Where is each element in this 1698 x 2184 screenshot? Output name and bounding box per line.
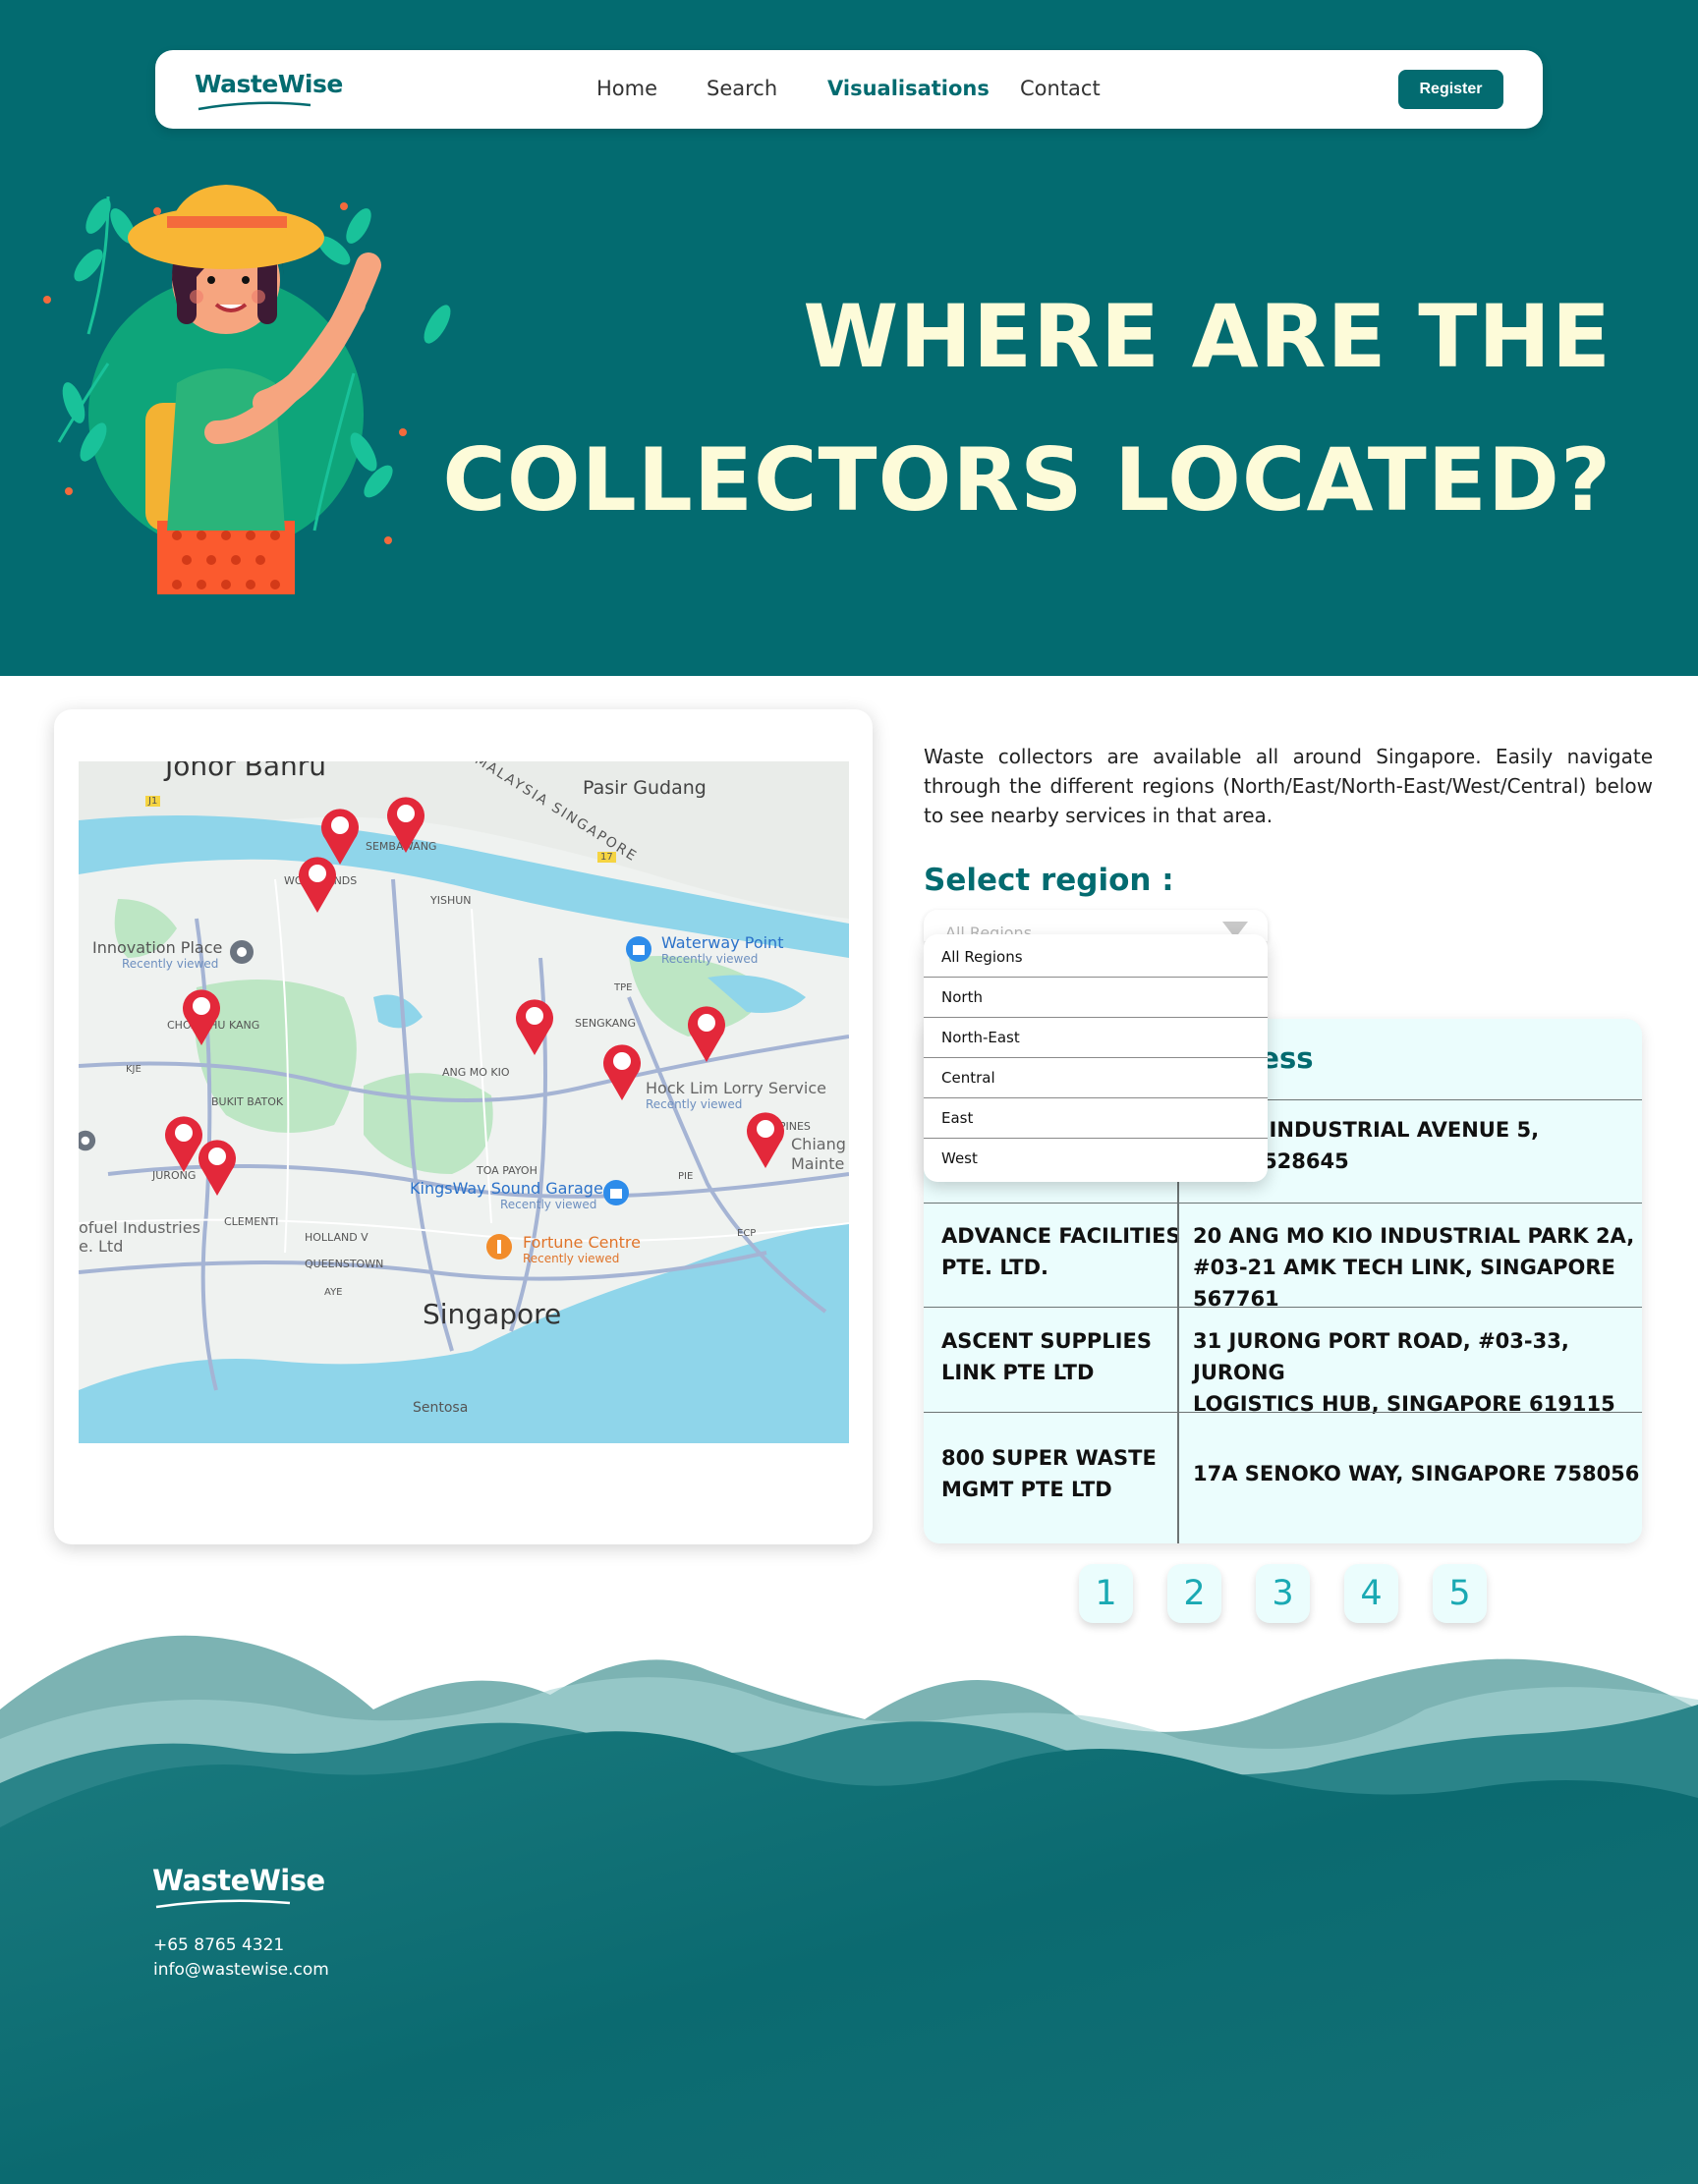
fuel-industries-name: ofuel Industries xyxy=(79,1218,200,1237)
table-row[interactable]: ADVANCE FACILITIES PTE. LTD. 20 ANG MO K… xyxy=(924,1203,1642,1311)
table-row[interactable]: 800 SUPER WASTE MGMT PTE LTD 17A SENOKO … xyxy=(924,1412,1642,1543)
row4-name: 800 SUPER WASTE MGMT PTE LTD xyxy=(941,1442,1157,1505)
navbar: WasteWise Home Search Visualisations Con… xyxy=(155,50,1543,129)
table-row[interactable]: ASCENT SUPPLIES LINK PTE LTD 31 JURONG P… xyxy=(924,1307,1642,1416)
region-options-list: All Regions North North-East Central Eas… xyxy=(924,934,1268,1182)
region-option-central[interactable]: Central xyxy=(924,1057,1268,1097)
nav-links: Home Search Visualisations Contact xyxy=(155,50,1543,129)
row2-name-line2: PTE. LTD. xyxy=(941,1256,1048,1279)
map-label-mainte: Mainte xyxy=(791,1154,845,1173)
map-label-sengkang: SENGKANG xyxy=(575,1017,636,1030)
collector-pin-icon[interactable] xyxy=(179,984,224,1047)
collector-pin-icon[interactable] xyxy=(743,1107,788,1170)
footer-logo-swoosh-icon xyxy=(155,1899,291,1909)
map-label-holland: HOLLAND V xyxy=(305,1231,368,1244)
map-label-yishun: YISHUN xyxy=(430,894,472,907)
map-label-kingsway: KingsWay Sound Garage Recently viewed xyxy=(410,1179,603,1211)
footer-phone[interactable]: +65 8765 4321 xyxy=(153,1933,329,1958)
fortune-centre-recent: Recently viewed xyxy=(523,1252,620,1265)
kingsway-name: KingsWay Sound Garage xyxy=(410,1179,603,1198)
row3-address: 31 JURONG PORT ROAD, #03-33, JURONG LOGI… xyxy=(1193,1325,1642,1420)
row3-name-line2: LINK PTE LTD xyxy=(941,1361,1095,1384)
shopping-marker-icon[interactable] xyxy=(602,1179,630,1206)
map-label-tpe: TPE xyxy=(614,982,633,993)
map-road-j1: J1 xyxy=(145,796,161,807)
footer-logo[interactable]: WasteWise xyxy=(152,1864,325,1909)
nav-link-contact[interactable]: Contact xyxy=(1020,77,1101,100)
select-region-label: Select region : xyxy=(924,863,1174,898)
map-label-ecp: ECP xyxy=(737,1228,757,1239)
map-label-clementi: CLEMENTI xyxy=(224,1215,279,1228)
place-marker-icon[interactable] xyxy=(79,1127,102,1154)
footer-contact: +65 8765 4321 info@wastewise.com xyxy=(153,1933,329,1983)
row2-name: ADVANCE FACILITIES PTE. LTD. xyxy=(941,1220,1181,1283)
row4-name-line1: 800 SUPER WASTE xyxy=(941,1446,1157,1470)
hero-title: WHERE ARE THE COLLECTORS LOCATED? xyxy=(442,265,1612,552)
map-label-aye: AYE xyxy=(324,1287,343,1298)
nav-link-visualisations[interactable]: Visualisations xyxy=(827,77,990,100)
map-label-fortune-centre: Fortune Centre Recently viewed xyxy=(523,1233,641,1265)
register-button[interactable]: Register xyxy=(1398,70,1503,109)
row4-name-line2: MGMT PTE LTD xyxy=(941,1478,1112,1501)
place-marker-icon[interactable] xyxy=(228,938,255,966)
waterway-point-name: Waterway Point xyxy=(661,933,784,952)
region-option-east[interactable]: East xyxy=(924,1097,1268,1138)
map-label-fuel-industries: ofuel Industries e. Ltd xyxy=(79,1218,200,1256)
hock-lim-name: Hock Lim Lorry Service xyxy=(646,1079,826,1097)
row2-address: 20 ANG MO KIO INDUSTRIAL PARK 2A, #03-21… xyxy=(1193,1220,1642,1315)
row4-address: 17A SENOKO WAY, SINGAPORE 758056 xyxy=(1193,1462,1640,1485)
footer-email[interactable]: info@wastewise.com xyxy=(153,1958,329,1983)
row2-address-line1: 20 ANG MO KIO INDUSTRIAL PARK 2A, xyxy=(1193,1224,1635,1248)
collector-pin-icon[interactable] xyxy=(295,852,340,915)
food-marker-icon[interactable] xyxy=(485,1233,513,1260)
shopping-marker-icon[interactable] xyxy=(625,935,652,963)
hero-title-line1: WHERE ARE THE xyxy=(803,286,1612,387)
map-card: Johor Bahru Pasir Gudang MALAYSIA SINGAP… xyxy=(54,709,873,1544)
map-label-kje: KJE xyxy=(126,1064,142,1075)
map-label-innovation-place: Innovation Place Recently viewed xyxy=(92,938,222,971)
region-option-all[interactable]: All Regions xyxy=(924,936,1268,977)
region-option-north[interactable]: North xyxy=(924,977,1268,1017)
innovation-place-recent: Recently viewed xyxy=(122,957,219,971)
map-label-pasir-gudang: Pasir Gudang xyxy=(583,777,707,799)
row2-name-line1: ADVANCE FACILITIES xyxy=(941,1224,1181,1248)
collector-pin-icon[interactable] xyxy=(512,994,557,1057)
map-label-queenstown: QUEENSTOWN xyxy=(305,1258,384,1270)
collector-pin-icon[interactable] xyxy=(599,1039,645,1102)
map-label-ang-mo-kio: ANG MO KIO xyxy=(442,1066,510,1079)
map-label-waterway-point: Waterway Point Recently viewed xyxy=(661,933,783,966)
innovation-place-name: Innovation Place xyxy=(92,938,223,957)
hero-section: WasteWise Home Search Visualisations Con… xyxy=(0,0,1698,676)
map-label-singapore: Singapore xyxy=(423,1298,562,1330)
row3-name: ASCENT SUPPLIES LINK PTE LTD xyxy=(941,1325,1152,1388)
map-label-johor-bahru: Johor Bahru xyxy=(165,761,327,782)
hock-lim-recent: Recently viewed xyxy=(646,1097,743,1111)
hero-title-line2: COLLECTORS LOCATED? xyxy=(442,429,1612,531)
collector-pin-icon[interactable] xyxy=(383,792,428,855)
map-label-sentosa: Sentosa xyxy=(413,1400,469,1416)
row3-address-line1: 31 JURONG PORT ROAD, #03-33, JURONG xyxy=(1193,1329,1569,1384)
map-label-bukit-batok: BUKIT BATOK xyxy=(211,1095,284,1108)
waterway-point-recent: Recently viewed xyxy=(661,952,759,966)
fuel-industries-ltd: e. Ltd xyxy=(79,1237,124,1256)
nav-link-home[interactable]: Home xyxy=(596,77,657,100)
footer-brand-name: WasteWise xyxy=(152,1864,325,1897)
map-label-chiang: Chiang xyxy=(791,1135,846,1153)
row3-name-line1: ASCENT SUPPLIES xyxy=(941,1329,1152,1353)
intro-text: Waste collectors are available all aroun… xyxy=(924,745,1653,827)
collectors-map[interactable]: Johor Bahru Pasir Gudang MALAYSIA SINGAP… xyxy=(79,761,849,1443)
collector-pin-icon[interactable] xyxy=(684,1001,729,1064)
kingsway-recent: Recently viewed xyxy=(500,1198,597,1211)
map-road-17: 17 xyxy=(597,852,616,863)
map-label-hock-lim: Hock Lim Lorry Service Recently viewed xyxy=(646,1079,826,1111)
hero-illustration xyxy=(43,185,451,594)
region-option-north-east[interactable]: North-East xyxy=(924,1017,1268,1057)
map-label-toa-payoh: TOA PAYOH xyxy=(477,1164,538,1177)
region-option-west[interactable]: West xyxy=(924,1138,1268,1178)
nav-link-search[interactable]: Search xyxy=(707,77,777,100)
row2-address-line2: #03-21 AMK TECH LINK, SINGAPORE 567761 xyxy=(1193,1256,1615,1311)
collector-pin-icon[interactable] xyxy=(195,1135,240,1198)
map-label-pie: PIE xyxy=(678,1171,694,1182)
fortune-centre-name: Fortune Centre xyxy=(523,1233,641,1252)
